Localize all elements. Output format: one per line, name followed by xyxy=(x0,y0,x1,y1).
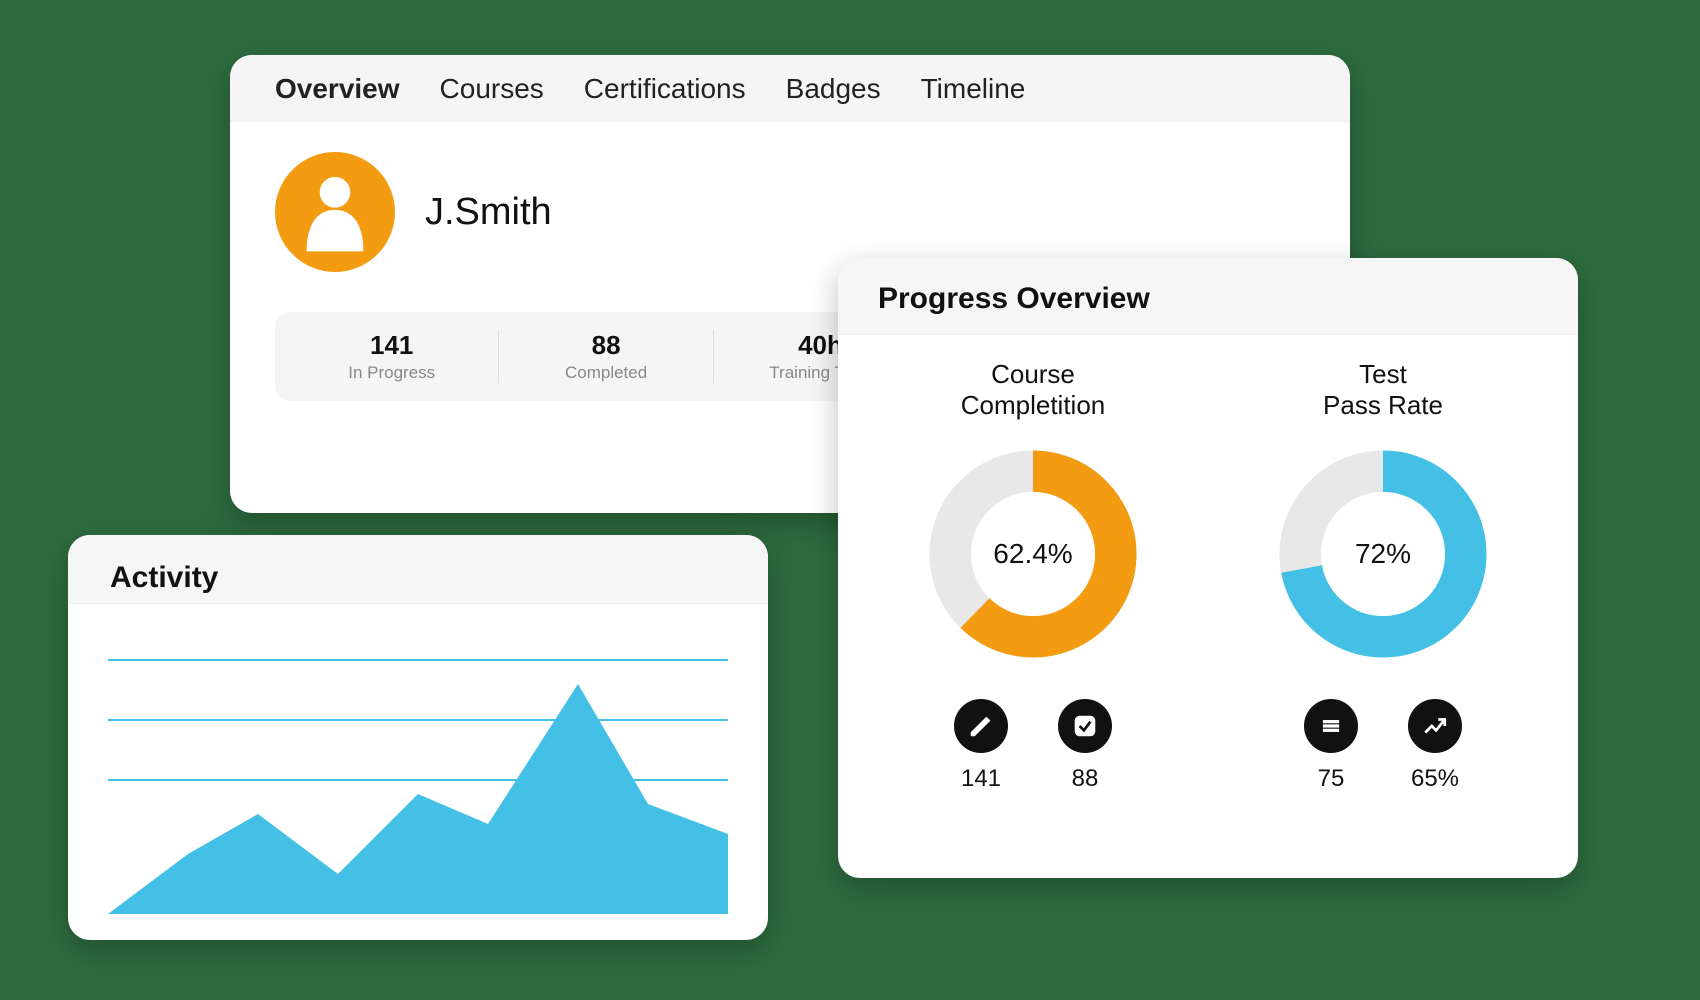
course-completion-donut: 62.4% xyxy=(918,439,1148,669)
tab-certifications[interactable]: Certifications xyxy=(584,73,746,105)
metric-value: 141 xyxy=(954,765,1008,793)
course-completion-column: Course Completition 62.4% 141 xyxy=(858,359,1208,793)
stat-value: 141 xyxy=(303,330,480,361)
trend-up-icon xyxy=(1408,699,1462,753)
metric-value: 88 xyxy=(1058,765,1112,793)
activity-header: Activity xyxy=(68,535,768,604)
test-pass-rate-column: Test Pass Rate 72% 75 xyxy=(1208,359,1558,793)
metric-tests: 75 xyxy=(1304,699,1358,793)
tab-bar: Overview Courses Certifications Badges T… xyxy=(230,55,1350,122)
progress-body: Course Completition 62.4% 141 xyxy=(838,335,1578,813)
tab-badges[interactable]: Badges xyxy=(786,73,881,105)
avatar xyxy=(275,152,395,272)
avatar-icon xyxy=(300,172,370,252)
tab-courses[interactable]: Courses xyxy=(440,73,544,105)
donut-value: 62.4% xyxy=(993,538,1072,570)
check-icon xyxy=(1058,699,1112,753)
stat-completed: 88 Completed xyxy=(499,330,713,383)
activity-area-chart xyxy=(108,654,728,914)
metric-value: 75 xyxy=(1304,765,1358,793)
donut-title: Course Completition xyxy=(858,359,1208,421)
user-name: J.Smith xyxy=(425,191,552,234)
activity-chart xyxy=(68,604,768,934)
stat-label: Completed xyxy=(517,363,694,383)
donut-title: Test Pass Rate xyxy=(1208,359,1558,421)
activity-title: Activity xyxy=(110,561,726,595)
pencil-icon xyxy=(954,699,1008,753)
stat-in-progress: 141 In Progress xyxy=(285,330,499,383)
stat-value: 88 xyxy=(517,330,694,361)
tab-overview[interactable]: Overview xyxy=(275,73,400,105)
metric-pass-rate: 65% xyxy=(1408,699,1462,793)
activity-card: Activity xyxy=(68,535,768,940)
metric-value: 65% xyxy=(1408,765,1462,793)
metric-completed: 88 xyxy=(1058,699,1112,793)
stat-label: In Progress xyxy=(303,363,480,383)
tab-timeline[interactable]: Timeline xyxy=(921,73,1026,105)
list-icon xyxy=(1304,699,1358,753)
progress-overview-card: Progress Overview Course Completition 62… xyxy=(838,258,1578,878)
donut-value: 72% xyxy=(1355,538,1411,570)
progress-header: Progress Overview xyxy=(838,258,1578,335)
metric-in-progress: 141 xyxy=(954,699,1008,793)
test-metrics-row: 75 65% xyxy=(1208,699,1558,793)
test-pass-rate-donut: 72% xyxy=(1268,439,1498,669)
course-metrics-row: 141 88 xyxy=(858,699,1208,793)
progress-title: Progress Overview xyxy=(878,282,1538,316)
